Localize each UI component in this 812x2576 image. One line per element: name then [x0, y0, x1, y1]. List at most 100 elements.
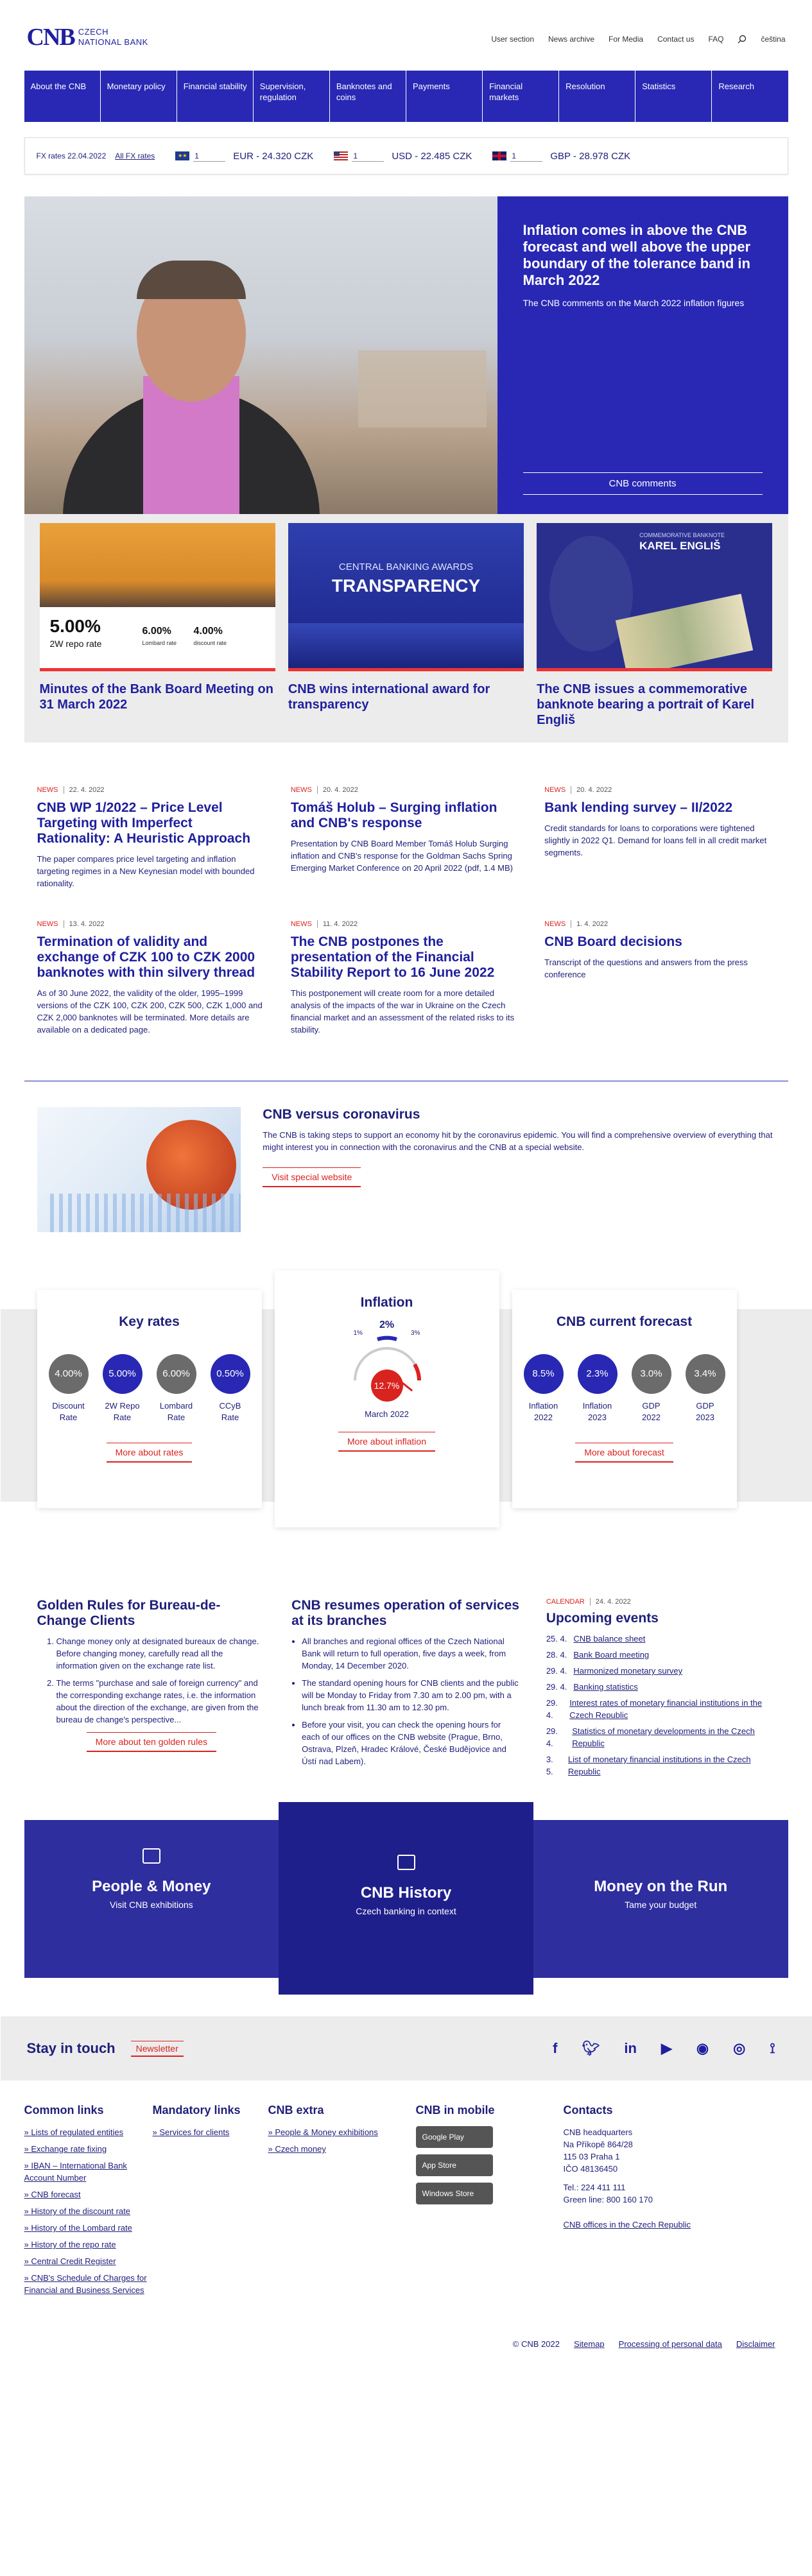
app-store-badge[interactable]: App Store	[415, 2154, 493, 2176]
card-minutes[interactable]: 5.00% 2W repo rate 6.00% Lombard rate 4.…	[33, 523, 282, 743]
toplink-faq[interactable]: FAQ	[708, 35, 723, 44]
banner-cnb-history[interactable]: CNB History Czech banking in context	[279, 1802, 533, 1995]
hero-button[interactable]: CNB comments	[523, 472, 763, 495]
toplink-language[interactable]: čeština	[761, 35, 785, 44]
hero-title[interactable]: Inflation comes in above the CNB forecas…	[523, 222, 763, 289]
event-item[interactable]: 29. 4. Statistics of monetary development…	[546, 1725, 775, 1749]
contact-line: Green line: 800 160 170	[563, 2195, 653, 2204]
offices-link[interactable]: CNB offices in the Czech Republic	[564, 2219, 788, 2231]
news-title[interactable]: Termination of validity and exchange of …	[37, 934, 268, 981]
nav-monetary-policy[interactable]: Monetary policy	[101, 71, 177, 122]
search-icon[interactable]	[738, 35, 747, 44]
news-item: NEWS 22. 4. 2022 CNB WP 1/2022 – Price Le…	[37, 786, 268, 889]
cnb-logo[interactable]: CNB CZECH NATIONAL BANK	[27, 23, 148, 51]
footer-common: Common links Lists of regulated entities…	[24, 2104, 153, 2301]
inflation-low: 1%	[353, 1330, 363, 1337]
news-text: As of 30 June 2022, the validity of the …	[37, 988, 263, 1035]
footer-link[interactable]: History of the Lombard rate	[24, 2222, 153, 2234]
news-title[interactable]: The CNB postpones the presentation of th…	[291, 934, 521, 981]
forecast-box: CNB current forecast 8.5% Inflation 2022 2…	[512, 1290, 737, 1508]
privacy-link[interactable]: Processing of personal data	[619, 2339, 722, 2349]
nav-financial-stability[interactable]: Financial stability	[177, 71, 254, 122]
nav-resolution[interactable]: Resolution	[559, 71, 636, 122]
more-rates-button[interactable]: More about rates	[106, 1443, 193, 1463]
footer-link[interactable]: People & Money exhibitions	[268, 2126, 416, 2138]
events-title[interactable]: Upcoming events	[546, 1611, 775, 1626]
banner-people-money[interactable]: People & Money Visit CNB exhibitions	[24, 1820, 279, 1978]
corona-title[interactable]: CNB versus coronavirus	[263, 1107, 775, 1122]
news-title[interactable]: CNB WP 1/2022 – Price Level Targeting wi…	[37, 800, 268, 846]
footer-link[interactable]: Services for clients	[153, 2126, 268, 2138]
fx-rates-bar: FX rates 22.04.2022 All FX rates ★★ EUR …	[24, 137, 788, 175]
footer-link[interactable]: Lists of regulated entities	[24, 2126, 153, 2138]
youtube-icon[interactable]: ▶	[661, 2040, 672, 2057]
footer-link[interactable]: Czech money	[268, 2143, 416, 2155]
footer-link[interactable]: History of the discount rate	[24, 2205, 153, 2217]
golden-title[interactable]: Golden Rules for Bureau-de-Change Client…	[37, 1598, 266, 1629]
footer-link[interactable]: CNB's Schedule of Charges for Financial …	[24, 2272, 153, 2296]
golden-rules-button[interactable]: More about ten golden rules	[86, 1732, 216, 1752]
windows-store-badge[interactable]: Windows Store	[415, 2183, 493, 2204]
footer-link[interactable]: History of the repo rate	[24, 2238, 153, 2251]
nav-research[interactable]: Research	[712, 71, 788, 122]
linkedin-icon[interactable]: in	[624, 2040, 637, 2057]
toplink-user-section[interactable]: User section	[491, 35, 534, 44]
toplink-contact[interactable]: Contact us	[657, 35, 694, 44]
news-title[interactable]: Tomáš Holub – Surging inflation and CNB'…	[291, 800, 521, 831]
rss-icon[interactable]: ⟟	[770, 2040, 775, 2057]
card-award[interactable]: CENTRAL BANKING AWARDS TRANSPARENCY CNB …	[282, 523, 530, 743]
all-fx-link[interactable]: All FX rates	[115, 151, 155, 160]
footer-link[interactable]: Exchange rate fixing	[24, 2143, 153, 2155]
footer-link[interactable]: CNB forecast	[24, 2188, 153, 2201]
card-banknote[interactable]: COMMEMORATIVE BANKNOTE KAREL ENGLIŠ The …	[530, 523, 779, 743]
event-item[interactable]: 29. 4. Harmonized monetary survey	[546, 1665, 775, 1677]
more-forecast-button[interactable]: More about forecast	[575, 1443, 673, 1463]
card-rate-big-label: 2W repo rate	[49, 639, 102, 649]
more-inflation-button[interactable]: More about inflation	[338, 1432, 435, 1452]
facebook-icon[interactable]: f	[553, 2040, 557, 2057]
usd-amount-input[interactable]	[352, 150, 384, 162]
card-banknote-title[interactable]: The CNB issues a commemorative banknote …	[537, 682, 772, 728]
card-rate2-label: Lombard rate	[142, 640, 177, 646]
toplink-for-media[interactable]: For Media	[609, 35, 643, 44]
nav-payments[interactable]: Payments	[406, 71, 483, 122]
corona-image	[37, 1107, 241, 1232]
resume-title[interactable]: CNB resumes operation of services at its…	[291, 1598, 521, 1629]
event-item[interactable]: 29. 4. Interest rates of monetary financi…	[546, 1697, 775, 1721]
sitemap-link[interactable]: Sitemap	[574, 2339, 605, 2349]
news-title[interactable]: CNB Board decisions	[544, 934, 775, 950]
nav-supervision[interactable]: Supervision, regulation	[254, 71, 330, 122]
newsletter-button[interactable]: Newsletter	[130, 2040, 184, 2057]
card-award-title[interactable]: CNB wins international award for transpa…	[288, 682, 524, 712]
nav-statistics[interactable]: Statistics	[635, 71, 713, 122]
spotify-icon[interactable]: ◉	[696, 2040, 709, 2057]
event-item[interactable]: 29. 4. Banking statistics	[546, 1681, 775, 1693]
stay-title: Stay in touch	[26, 2040, 116, 2056]
google-play-badge[interactable]: Google Play	[415, 2126, 493, 2148]
nav-banknotes[interactable]: Banknotes and coins	[330, 71, 406, 122]
nav-financial-markets[interactable]: Financial markets	[483, 71, 560, 122]
footer-link[interactable]: IBAN – International Bank Account Number	[24, 2160, 153, 2184]
event-item[interactable]: 28. 4. Bank Board meeting	[546, 1649, 775, 1661]
card-minutes-title[interactable]: Minutes of the Bank Board Meeting on 31 …	[40, 682, 275, 712]
news-title[interactable]: Bank lending survey – II/2022	[544, 800, 775, 816]
eur-amount-input[interactable]	[193, 150, 226, 162]
banner-money-on-run[interactable]: Money on the Run Tame your budget	[533, 1820, 788, 1978]
logo-mark: CNB	[26, 24, 76, 51]
disclaimer-link[interactable]: Disclaimer	[736, 2339, 775, 2349]
gbp-amount-input[interactable]	[510, 150, 543, 162]
hero-panel: Inflation comes in above the CNB forecas…	[497, 196, 788, 514]
nav-about[interactable]: About the CNB	[24, 71, 101, 122]
event-item[interactable]: 3. 5. List of monetary financial institut…	[546, 1753, 775, 1778]
twitter-icon[interactable]: 🐦︎	[582, 2040, 600, 2057]
card-banknote-image: COMMEMORATIVE BANKNOTE KAREL ENGLIŠ	[537, 523, 773, 668]
footer-contacts: Contacts CNB headquarters Na Příkopě 864…	[564, 2104, 788, 2301]
visit-website-button[interactable]: Visit special website	[263, 1167, 361, 1187]
instagram-icon[interactable]: ◎	[733, 2040, 745, 2057]
footer-link[interactable]: Central Credit Register	[24, 2255, 153, 2267]
calendar-tag: CALENDAR	[546, 1598, 585, 1606]
toplink-news-archive[interactable]: News archive	[548, 35, 594, 44]
news-item: NEWS 20. 4. 2022 Tomáš Holub – Surging in…	[291, 786, 521, 889]
event-item[interactable]: 25. 4. CNB balance sheet	[546, 1633, 775, 1645]
top-links: User section News archive For Media Cont…	[491, 35, 785, 44]
